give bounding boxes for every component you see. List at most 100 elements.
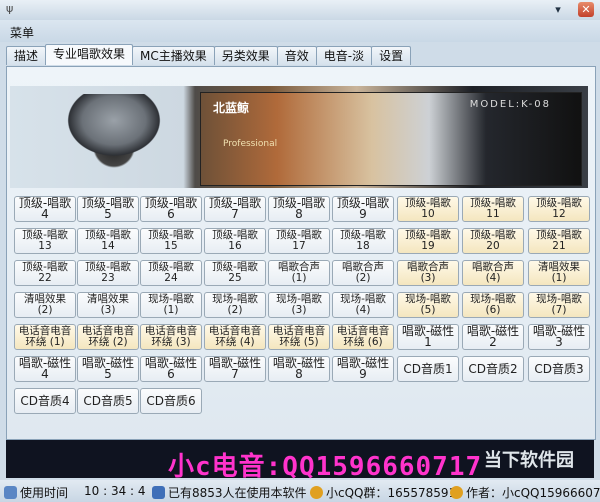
effect-button[interactable]: 清唱效果 (1) — [528, 260, 590, 286]
effect-button[interactable]: 顶级-唱歌 10 — [397, 196, 459, 222]
qq-group[interactable]: 小cQQ群：165578591 — [310, 484, 456, 501]
close-button[interactable]: ✕ — [578, 2, 594, 17]
effect-button[interactable]: 唱歌-磁性8 — [268, 356, 330, 382]
effect-button-label: 现场-唱歌 (3) — [276, 293, 322, 316]
effect-button-label: 顶级-唱歌5 — [81, 196, 135, 221]
effect-button[interactable]: 清唱效果 (3) — [77, 292, 139, 318]
effect-button[interactable]: 顶级-唱歌 16 — [204, 228, 266, 254]
effect-button-label: 唱歌-磁性6 — [144, 356, 198, 381]
effect-button-label: 唱歌-磁性4 — [18, 356, 72, 381]
effect-button[interactable]: 电话音电音 环绕 (4) — [204, 324, 266, 350]
effect-button[interactable]: 顶级-唱歌5 — [77, 196, 139, 222]
effect-button[interactable]: 唱歌合声 (4) — [462, 260, 524, 286]
effect-button[interactable]: 唱歌-磁性1 — [397, 324, 459, 350]
effect-button[interactable]: 唱歌合声 (1) — [268, 260, 330, 286]
effect-button-label: 清唱效果 (3) — [87, 293, 129, 316]
effect-button[interactable]: 唱歌-磁性9 — [332, 356, 394, 382]
effect-button[interactable]: CD音质4 — [14, 388, 76, 414]
banner-text: Professional — [223, 139, 278, 149]
effect-button[interactable]: 顶级-唱歌 12 — [528, 196, 590, 222]
effect-button-label: 现场-唱歌 (5) — [405, 293, 451, 316]
effect-button[interactable]: 顶级-唱歌 19 — [397, 228, 459, 254]
effect-button[interactable]: 现场-唱歌 (5) — [397, 292, 459, 318]
tab-3[interactable]: 另类效果 — [213, 46, 278, 65]
effect-button[interactable]: 现场-唱歌 (4) — [332, 292, 394, 318]
effect-button[interactable]: 电话音电音 环绕 (2) — [77, 324, 139, 350]
effect-button-label: 顶级-唱歌6 — [144, 196, 198, 221]
minimize-button[interactable]: ▾ — [550, 2, 566, 17]
banner-brand: 北蓝鲸 — [213, 101, 250, 115]
effect-button[interactable]: 顶级-唱歌 17 — [268, 228, 330, 254]
effect-button[interactable]: 电话音电音 环绕 (5) — [268, 324, 330, 350]
effect-button-label: 唱歌-磁性5 — [81, 356, 135, 381]
effect-button-label: 顶级-唱歌8 — [272, 196, 326, 221]
effect-button-label: 顶级-唱歌4 — [18, 196, 72, 221]
menu-item[interactable]: 菜单 — [10, 24, 34, 41]
effect-button-label: 顶级-唱歌 11 — [470, 197, 516, 220]
effect-button-label: 顶级-唱歌 22 — [22, 261, 68, 284]
effect-button[interactable]: 电话音电音 环绕 (6) — [332, 324, 394, 350]
title-bar: ψ ▾ ✕ — [0, 0, 600, 20]
effect-button[interactable]: 唱歌-磁性3 — [528, 324, 590, 350]
effect-button-label: 唱歌合声 (4) — [472, 261, 514, 284]
effect-button[interactable]: 顶级-唱歌 21 — [528, 228, 590, 254]
effect-button-label: 电话音电音 环绕 (1) — [18, 325, 72, 348]
effect-button-label: 清唱效果 (2) — [24, 293, 66, 316]
effect-button[interactable]: CD音质5 — [77, 388, 139, 414]
effect-button[interactable]: 唱歌-磁性7 — [204, 356, 266, 382]
tab-0[interactable]: 描述 — [6, 46, 47, 65]
effect-button[interactable]: 顶级-唱歌 23 — [77, 260, 139, 286]
effect-button[interactable]: 顶级-唱歌 18 — [332, 228, 394, 254]
tab-4[interactable]: 音效 — [276, 46, 317, 65]
effect-button-label: 顶级-唱歌 21 — [536, 229, 582, 252]
tab-2[interactable]: MC主播效果 — [132, 46, 215, 65]
effect-button[interactable]: 顶级-唱歌6 — [140, 196, 202, 222]
effect-button[interactable]: 顶级-唱歌7 — [204, 196, 266, 222]
effect-button-label: 电话音电音 环绕 (3) — [144, 325, 198, 348]
effect-button[interactable]: 顶级-唱歌 25 — [204, 260, 266, 286]
effect-button[interactable]: 唱歌-磁性5 — [77, 356, 139, 382]
effect-button[interactable]: 唱歌-磁性2 — [462, 324, 524, 350]
effect-button-label: 顶级-唱歌 17 — [276, 229, 322, 252]
effect-button-label: 唱歌-磁性9 — [336, 356, 390, 381]
effect-button[interactable]: 唱歌合声 (3) — [397, 260, 459, 286]
effect-button[interactable]: 现场-唱歌 (3) — [268, 292, 330, 318]
author-text: 作者：小cQQ1596660717 — [466, 486, 600, 500]
effect-button[interactable]: 顶级-唱歌8 — [268, 196, 330, 222]
effect-button[interactable]: 顶级-唱歌 11 — [462, 196, 524, 222]
effect-button[interactable]: 顶级-唱歌4 — [14, 196, 76, 222]
tab-6[interactable]: 设置 — [371, 46, 412, 65]
effect-button[interactable]: CD音质1 — [397, 356, 459, 382]
effect-button[interactable]: 顶级-唱歌9 — [332, 196, 394, 222]
effect-button[interactable]: 唱歌合声 (2) — [332, 260, 394, 286]
effect-button[interactable]: 现场-唱歌 (6) — [462, 292, 524, 318]
effect-button-label: CD音质4 — [20, 393, 70, 408]
effect-button-label: CD音质3 — [534, 361, 584, 376]
effect-button[interactable]: 顶级-唱歌 20 — [462, 228, 524, 254]
effect-button[interactable]: 清唱效果 (2) — [14, 292, 76, 318]
effect-button[interactable]: 现场-唱歌 (7) — [528, 292, 590, 318]
effect-button-label: 现场-唱歌 (2) — [212, 293, 258, 316]
effect-button[interactable]: 顶级-唱歌 13 — [14, 228, 76, 254]
effect-button[interactable]: 现场-唱歌 (1) — [140, 292, 202, 318]
effect-button[interactable]: 唱歌-磁性6 — [140, 356, 202, 382]
effect-button-label: 现场-唱歌 (6) — [470, 293, 516, 316]
effect-button[interactable]: 顶级-唱歌 24 — [140, 260, 202, 286]
effect-button[interactable]: 顶级-唱歌 22 — [14, 260, 76, 286]
effect-button[interactable]: 电话音电音 环绕 (1) — [14, 324, 76, 350]
effect-button[interactable]: 顶级-唱歌 15 — [140, 228, 202, 254]
effect-button[interactable]: 现场-唱歌 (2) — [204, 292, 266, 318]
tab-5[interactable]: 电音-淡 — [315, 46, 373, 65]
author: 作者：小cQQ1596660717 — [450, 484, 600, 501]
effect-button[interactable]: 顶级-唱歌 14 — [77, 228, 139, 254]
users-icon — [152, 486, 165, 499]
effect-button[interactable]: 电话音电音 环绕 (3) — [140, 324, 202, 350]
effect-button[interactable]: 唱歌-磁性4 — [14, 356, 76, 382]
effect-button-label: 顶级-唱歌 12 — [536, 197, 582, 220]
effect-button[interactable]: CD音质3 — [528, 356, 590, 382]
banner-model: MODEL:K-08 — [469, 99, 551, 110]
tab-1[interactable]: 专业唱歌效果 — [45, 44, 134, 65]
effect-button[interactable]: CD音质6 — [140, 388, 202, 414]
effect-button-label: 唱歌-磁性1 — [401, 324, 455, 349]
effect-button[interactable]: CD音质2 — [462, 356, 524, 382]
